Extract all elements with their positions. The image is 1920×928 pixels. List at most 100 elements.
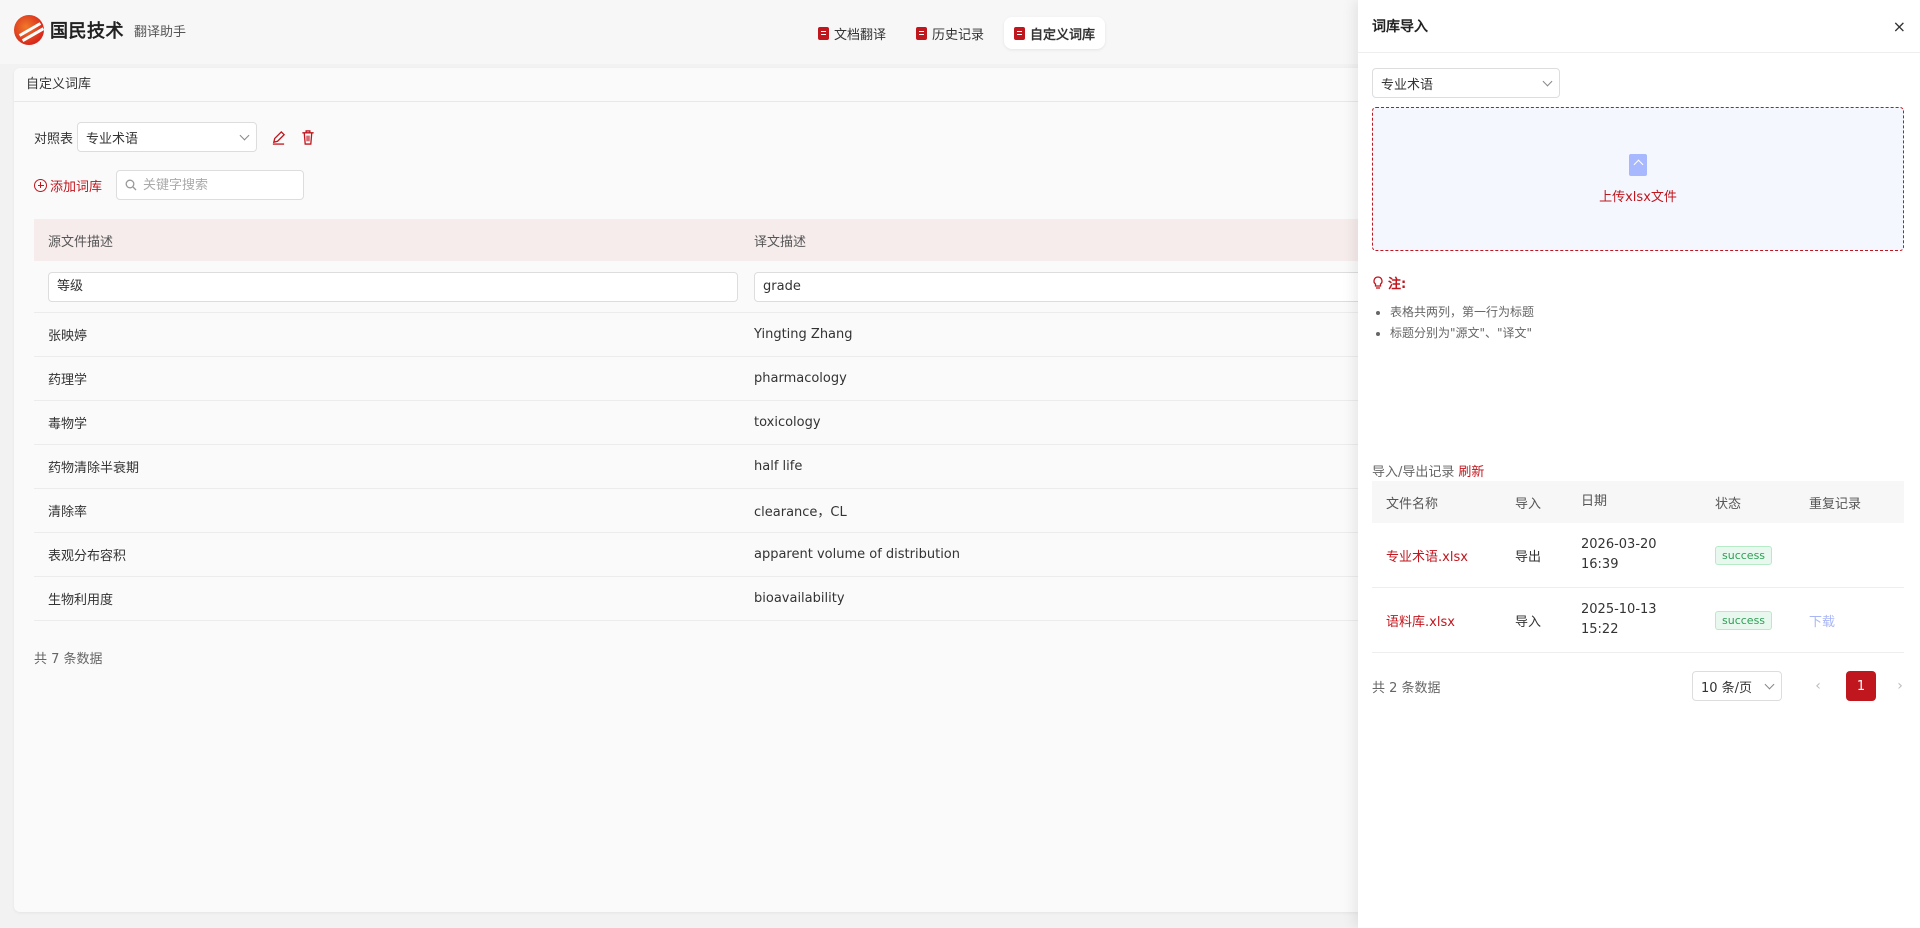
- cell-target: bioavailability: [754, 591, 845, 606]
- add-glossary-label: 添加词库: [50, 179, 103, 195]
- import-drawer: 词库导入 × 专业术语 上传xlsx文件 注: 表格共两列，第一行为标题 标题分…: [1358, 0, 1920, 928]
- status-badge: success: [1715, 545, 1773, 565]
- brand-subtitle: 翻译助手: [134, 24, 187, 40]
- table-row[interactable]: 生物利用度 bioavailability: [34, 577, 1414, 621]
- table-selector-row: 对照表 专业术语: [34, 122, 317, 152]
- search-input[interactable]: [143, 177, 294, 193]
- record-time: 15:22: [1581, 622, 1619, 637]
- refresh-link[interactable]: 刷新: [1458, 465, 1484, 480]
- upload-file-icon: [1629, 153, 1647, 176]
- drawer-glossary-select[interactable]: 专业术语: [1372, 68, 1560, 98]
- tab-custom-glossary[interactable]: 自定义词库: [1004, 17, 1106, 49]
- delete-icon[interactable]: [299, 128, 317, 146]
- next-page-icon[interactable]: ›: [1890, 671, 1910, 701]
- toolbar: 添加词库: [34, 170, 305, 200]
- cell-target: pharmacology: [754, 371, 847, 386]
- search-icon: [125, 179, 137, 191]
- cell-source: 药理学: [48, 373, 88, 388]
- brand-logo[interactable]: 国民技术 翻译助手: [14, 15, 186, 45]
- record-datetime: 2025-10-13 15:22: [1581, 600, 1715, 640]
- target-input[interactable]: grade: [754, 271, 1394, 302]
- current-page-button[interactable]: 1: [1846, 671, 1876, 701]
- glossary-select[interactable]: 专业术语: [77, 122, 258, 152]
- records-title-row: 导入/导出记录 刷新: [1372, 461, 1484, 480]
- table-row[interactable]: 药理学 pharmacology: [34, 357, 1414, 401]
- record-date: 2025-10-13: [1581, 602, 1657, 617]
- cell-source: 生物利用度: [48, 593, 114, 608]
- record-row: 专业术语.xlsx 导出 2026-03-20 16:39 success: [1372, 523, 1904, 588]
- cell-target: half life: [754, 459, 803, 474]
- edit-icon[interactable]: [269, 128, 287, 146]
- logo-icon: [14, 15, 44, 45]
- page-size-value: 10 条/页: [1701, 680, 1753, 696]
- table-row[interactable]: 张映婷 Yingting Zhang: [34, 313, 1414, 357]
- tab-history[interactable]: 历史记录: [906, 17, 994, 49]
- cell-target: toxicology: [754, 415, 821, 430]
- cell-source: 药物清除半衰期: [48, 461, 140, 476]
- records-table: 文件名称 导入 日期 状态 重复记录 专业术语.xlsx 导出 2026-03-…: [1372, 481, 1904, 653]
- drawer-title: 词库导入: [1372, 19, 1428, 35]
- record-time: 16:39: [1581, 557, 1619, 572]
- upload-dropzone[interactable]: 上传xlsx文件: [1372, 107, 1904, 251]
- cell-target: grade: [754, 271, 1414, 302]
- brand-name: 国民技术: [50, 21, 124, 42]
- lightbulb-icon: [1373, 275, 1383, 289]
- record-type: 导出: [1515, 549, 1542, 565]
- column-header-date: 日期: [1581, 494, 1608, 509]
- note-item: 表格共两列，第一行为标题: [1390, 302, 1534, 323]
- cell-source: 等级: [34, 271, 754, 302]
- glossary-select-value: 专业术语: [86, 131, 139, 147]
- top-nav: 文档翻译 历史记录 自定义词库: [808, 17, 1106, 49]
- close-icon[interactable]: ×: [1893, 17, 1906, 36]
- total-count: 共 7 条数据: [34, 652, 103, 667]
- file-link[interactable]: 语料库.xlsx: [1386, 615, 1455, 630]
- record-row: 语料库.xlsx 导入 2025-10-13 15:22 success 下载: [1372, 588, 1904, 653]
- chevron-down-icon: [1764, 679, 1775, 689]
- chevron-down-icon: [1542, 76, 1553, 86]
- status-badge: success: [1715, 610, 1773, 630]
- records-total: 共 2 条数据: [1372, 680, 1441, 696]
- table-row[interactable]: 清除率 clearance，CL: [34, 489, 1414, 533]
- download-link[interactable]: 下载: [1809, 615, 1835, 630]
- cell-target: apparent volume of distribution: [754, 547, 961, 562]
- column-header-type: 导入: [1515, 496, 1542, 512]
- table-row[interactable]: 毒物学 toxicology: [34, 401, 1414, 445]
- prev-page-icon[interactable]: ‹: [1808, 671, 1828, 701]
- cell-target: clearance，CL: [754, 505, 847, 520]
- file-link[interactable]: 专业术语.xlsx: [1386, 550, 1468, 565]
- upload-label: 上传xlsx文件: [1599, 189, 1677, 205]
- chevron-down-icon: [239, 130, 250, 140]
- cell-source: 张映婷: [48, 329, 88, 344]
- history-icon: [916, 26, 928, 40]
- glossary-icon: [1014, 26, 1026, 40]
- cell-target: Yingting Zhang: [754, 327, 853, 342]
- note-item: 标题分别为"源文"、"译文": [1390, 323, 1534, 344]
- page-size-select[interactable]: 10 条/页: [1692, 671, 1782, 701]
- column-header-status: 状态: [1715, 496, 1742, 512]
- records-title: 导入/导出记录: [1372, 465, 1455, 480]
- plus-circle-icon: [34, 178, 47, 192]
- drawer-select-value: 专业术语: [1381, 77, 1434, 93]
- search-box[interactable]: [116, 170, 305, 200]
- source-input[interactable]: 等级: [48, 271, 738, 302]
- table-row[interactable]: 药物清除半衰期 half life: [34, 445, 1414, 489]
- cell-source: 表观分布容积: [48, 549, 127, 564]
- note-header: 注:: [1372, 273, 1534, 292]
- column-header-filename: 文件名称: [1386, 496, 1439, 512]
- tab-label: 历史记录: [932, 27, 985, 43]
- document-icon: [818, 26, 829, 40]
- tab-label: 自定义词库: [1030, 27, 1096, 43]
- cell-source: 清除率: [48, 505, 88, 520]
- records-header: 文件名称 导入 日期 状态 重复记录: [1372, 481, 1904, 523]
- glossary-panel: 自定义词库 对照表 专业术语 添加词库 源文件描述 译文描述 等: [14, 68, 1414, 912]
- table-row[interactable]: 表观分布容积 apparent volume of distribution: [34, 533, 1414, 577]
- note-list: 表格共两列，第一行为标题 标题分别为"源文"、"译文": [1372, 302, 1534, 344]
- table-header: 源文件描述 译文描述: [34, 219, 1414, 261]
- tab-document-translate[interactable]: 文档翻译: [808, 17, 896, 49]
- note-title: 注:: [1388, 277, 1407, 292]
- add-glossary-button[interactable]: 添加词库: [34, 176, 102, 195]
- glossary-table: 源文件描述 译文描述 等级 grade 张映婷 Yingting Zhang 药…: [34, 219, 1414, 621]
- note-section: 注: 表格共两列，第一行为标题 标题分别为"源文"、"译文": [1372, 273, 1534, 344]
- column-header-target: 译文描述: [754, 234, 807, 250]
- table-row-editing: 等级 grade: [34, 261, 1414, 313]
